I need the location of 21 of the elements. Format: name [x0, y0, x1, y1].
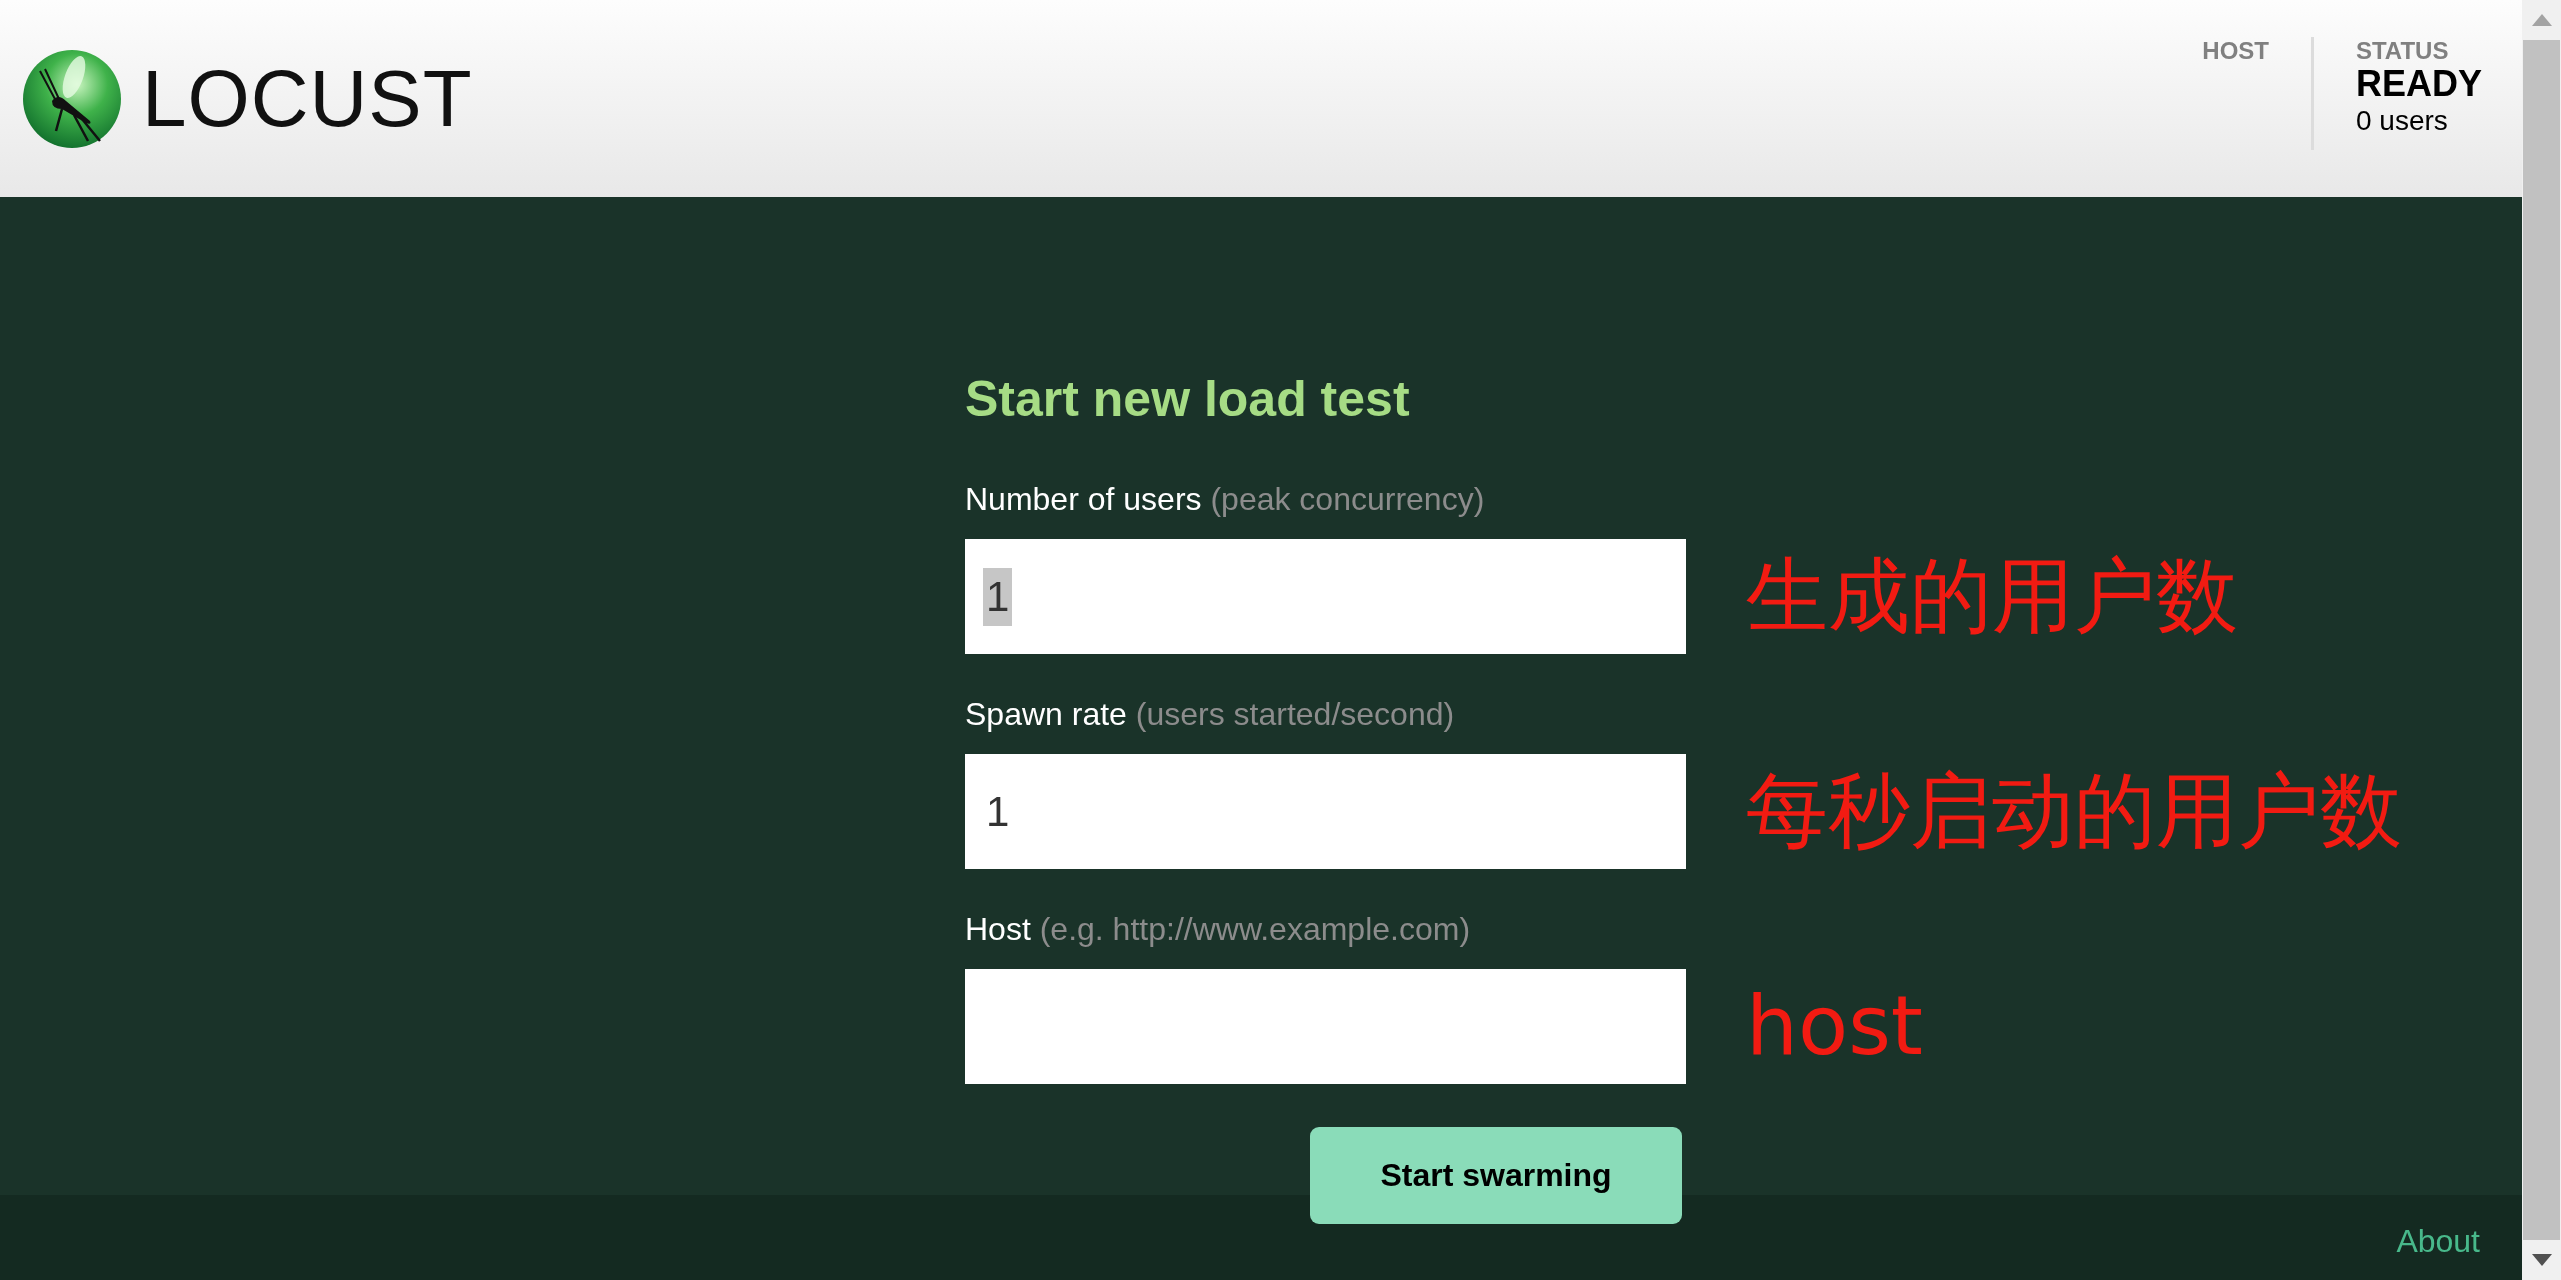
annotation-text: 生成的用户数	[1746, 551, 2238, 642]
scrollbar-thumb[interactable]	[2523, 40, 2560, 1240]
annotation-text: host	[1746, 981, 1923, 1072]
field-label: Host (e.g. http://www.example.com)	[965, 911, 1471, 947]
input-field[interactable]: 1	[965, 754, 1686, 869]
user-count: 0 users	[2355, 104, 2449, 138]
field-label: Number of users (peak concurrency)	[965, 481, 1485, 517]
logo-text: LOCUST	[142, 58, 473, 139]
about-link[interactable]: About	[2396, 1223, 2480, 1260]
input-field[interactable]	[965, 969, 1686, 1084]
status-label: STATUS	[2355, 37, 2450, 65]
field-label: Spawn rate (users started/second)	[965, 696, 1455, 732]
status-value: READY	[2355, 65, 2482, 103]
annotation-text: 每秒启动的用户数	[1746, 766, 2402, 857]
logo-icon	[22, 48, 122, 149]
scroll-down-icon[interactable]	[2531, 1254, 2552, 1266]
input-field[interactable]: 1	[965, 539, 1686, 654]
scroll-up-icon[interactable]	[2531, 14, 2552, 26]
start-swarming-button[interactable]: Start swarming	[1310, 1127, 1682, 1224]
host-label: HOST	[2202, 37, 2269, 65]
form-title: Start new load test	[965, 370, 1410, 429]
